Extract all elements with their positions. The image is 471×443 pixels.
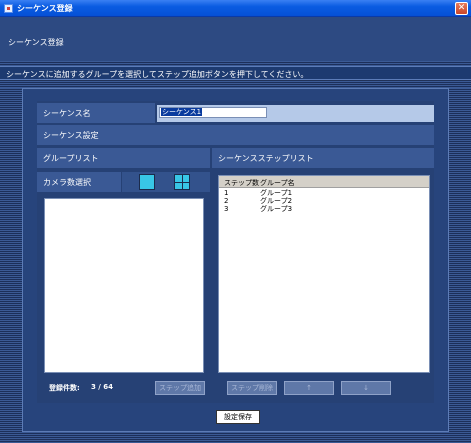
step-number: 2 [224, 197, 229, 205]
sequence-name-row: シーケンス名 [37, 103, 155, 123]
group-list-box[interactable] [44, 198, 204, 373]
sequence-name-label: シーケンス名 [43, 109, 91, 118]
move-up-button[interactable]: ↑ [284, 381, 334, 395]
camera-count-options [122, 172, 210, 192]
stripe-divider [0, 81, 471, 88]
page-header: シーケンス登録 [0, 17, 471, 61]
camera-count-label: カメラ数選択 [43, 178, 91, 187]
close-button[interactable]: ✕ [455, 2, 468, 15]
step-list-column-header: ステップ数 グループ名 [219, 176, 429, 188]
instruction-bar: シーケンスに追加するグループを選択してステップ追加ボタンを押下してください。 [0, 66, 471, 80]
sequence-name-input[interactable]: シーケンス1 [159, 107, 267, 118]
table-row[interactable]: 3 グループ3 [219, 205, 429, 213]
save-settings-button[interactable]: 設定保存 [216, 410, 260, 424]
single-camera-button[interactable] [139, 174, 155, 190]
group-list-header: グループリスト [37, 148, 210, 168]
stripe-bottom [0, 432, 471, 443]
page-title: シーケンス登録 [8, 38, 64, 47]
step-list-label: シーケンスステップリスト [218, 154, 314, 163]
sequence-settings-row: シーケンス設定 [37, 125, 434, 145]
delete-step-button[interactable]: ステップ削除 [227, 381, 277, 395]
move-down-button[interactable]: ↓ [341, 381, 391, 395]
group-name: グループ2 [260, 197, 293, 205]
stripe-left [0, 88, 22, 432]
instruction-text: シーケンスに追加するグループを選択してステップ追加ボタンを押下してください。 [6, 70, 309, 79]
step-list-box[interactable]: ステップ数 グループ名 1 グループ1 2 グループ2 3 グループ3 [218, 175, 430, 373]
step-list-header: シーケンスステップリスト [212, 148, 434, 168]
quad-camera-button[interactable] [174, 174, 190, 190]
table-row[interactable]: 2 グループ2 [219, 197, 429, 205]
group-list-label: グループリスト [43, 154, 99, 163]
registered-count-value: 3 / 64 [91, 383, 114, 391]
step-number: 1 [224, 189, 229, 197]
camera-count-row: カメラ数選択 [37, 172, 121, 192]
add-step-button[interactable]: ステップ追加 [155, 381, 205, 395]
column-group-name: グループ名 [260, 179, 295, 187]
sequence-name-value: シーケンス1 [161, 108, 203, 116]
stripe-right [449, 88, 471, 432]
registered-count-label: 登録件数: [49, 384, 80, 392]
app-icon [4, 4, 13, 13]
step-number: 3 [224, 205, 229, 213]
sequence-settings-label: シーケンス設定 [43, 131, 99, 140]
table-row[interactable]: 1 グループ1 [219, 189, 429, 197]
window-titlebar: シーケンス登録 ✕ [0, 0, 471, 17]
group-name: グループ1 [260, 189, 293, 197]
window-title: シーケンス登録 [17, 4, 73, 13]
column-step-number: ステップ数 [224, 179, 259, 187]
group-name: グループ3 [260, 205, 293, 213]
